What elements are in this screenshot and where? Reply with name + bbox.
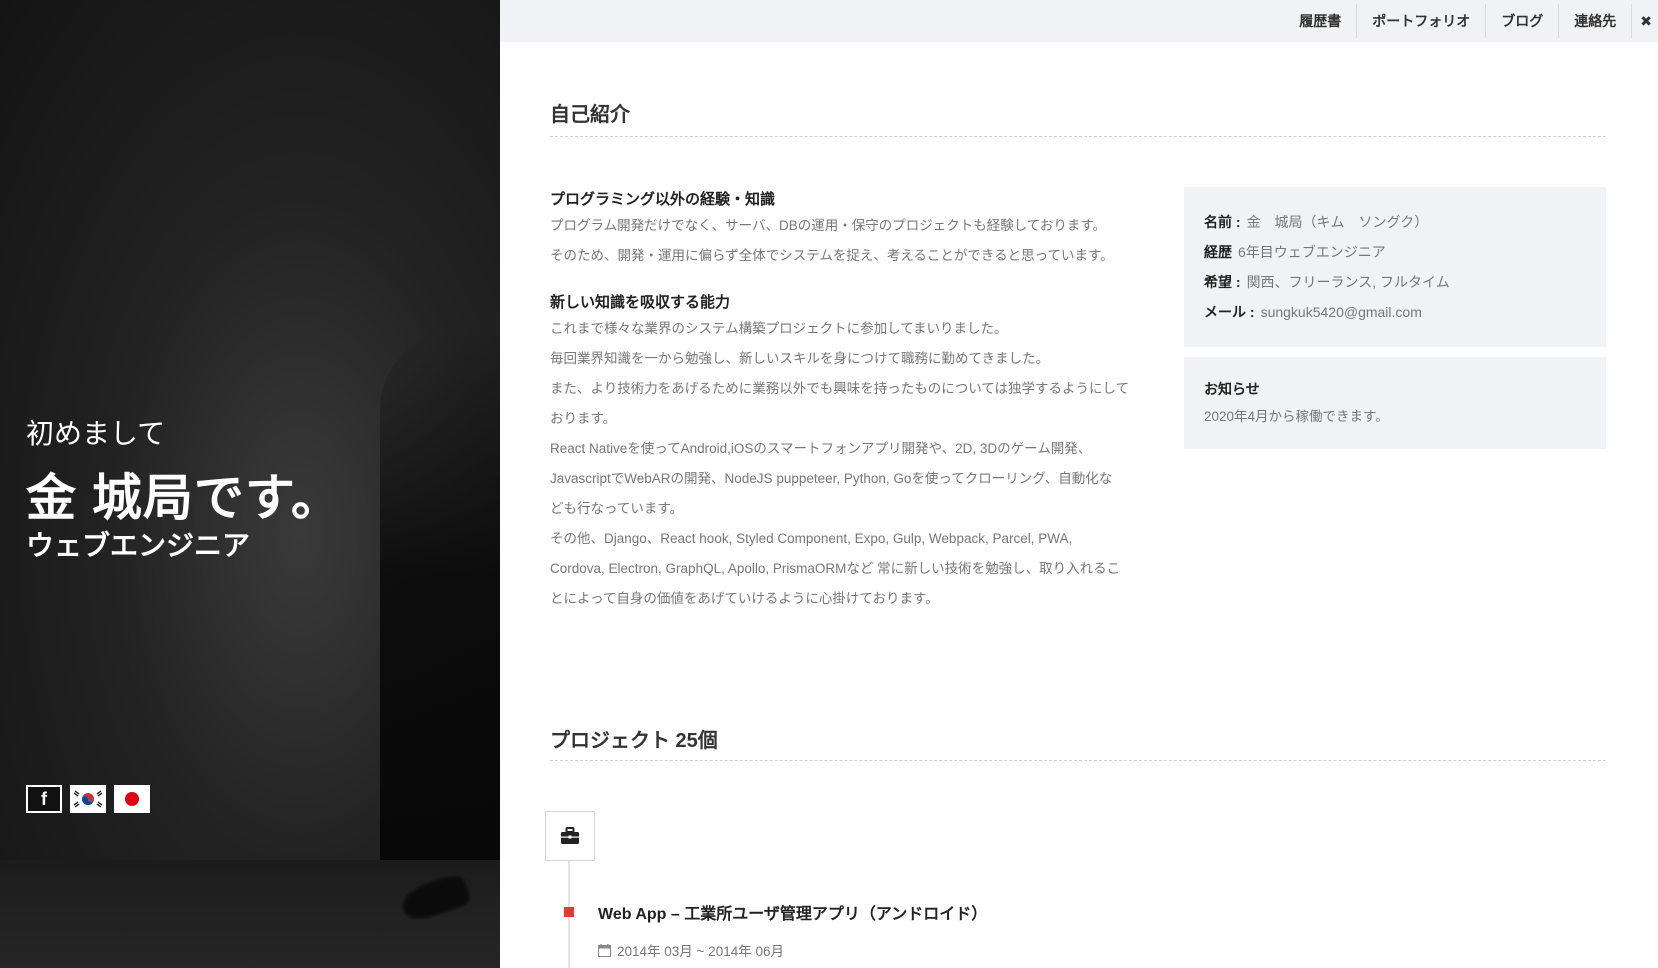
- hero-panel: 初めまして 金 城局です。 ウェブエンジニア f: [0, 0, 500, 968]
- about-line: React Nativeを使ってAndroid,iOSのスマートフォンアプリ開発…: [550, 441, 1092, 456]
- briefcase-icon: [561, 827, 579, 844]
- profile-name-value: 金 城局（キム ソングク）: [1246, 214, 1429, 230]
- profile-card: 名前 : 金 城局（キム ソングク） 経歴 6年目ウェブエンジニア 希望 : 関西、フ…: [1184, 187, 1606, 347]
- about-block-heading: プログラミング以外の経験・知識: [550, 191, 776, 208]
- about-line: プログラム開発だけでなく、サーバ、DBの運用・保守のプロジェクトも経験しておりま…: [550, 218, 1107, 233]
- facebook-link[interactable]: f: [26, 785, 62, 813]
- about-block-heading: 新しい知識を吸収する能力: [550, 294, 731, 311]
- about-line: ども行なっています。: [550, 501, 683, 516]
- profile-mail-value[interactable]: sungkuk5420@gmail.com: [1261, 304, 1422, 320]
- top-navigation-bar: 履歴書 ポートフォリオ ブログ 連絡先 ✖: [500, 0, 1658, 42]
- about-line: Cordova, Electron, GraphQL, Apollo, Pris…: [550, 561, 1121, 576]
- about-divider: [550, 136, 1606, 137]
- about-line: 毎回業界知識を一から勉強し、新しいスキルを身につけて職務に勤めてきました。: [550, 351, 1050, 366]
- about-line: おります。: [550, 411, 617, 426]
- profile-mail-label: メール :: [1204, 304, 1255, 320]
- project-date-text: 2014年 03月 ~ 2014年 06月: [617, 944, 784, 959]
- notice-text: 2020年4月から稼働できます。: [1204, 409, 1389, 424]
- about-line: とによって自身の価値をあげていけるように心掛けております。: [550, 591, 939, 606]
- profile-wish-value: 関西、フリーランス, フルタイム: [1246, 274, 1450, 290]
- japanese-language-link[interactable]: [114, 785, 150, 813]
- about-line: これまで様々な業界のシステム構築プロジェクトに参加してまいりました。: [550, 321, 1008, 336]
- projects-title: プロジェクト 25個: [550, 730, 718, 752]
- about-line: また、より技術力をあげるために業務以外でも興味を持ったものについては独学するよう…: [550, 381, 1130, 396]
- profile-name-label: 名前 :: [1204, 214, 1241, 230]
- japan-flag-icon: [116, 787, 148, 811]
- profile-wish-row: 希望 : 関西、フリーランス, フルタイム: [1204, 267, 1586, 297]
- korean-language-link[interactable]: [70, 785, 106, 813]
- close-icon[interactable]: ✖: [1632, 4, 1658, 38]
- nav-item-portfolio[interactable]: ポートフォリオ: [1357, 4, 1487, 38]
- profile-career-label: 経歴: [1204, 244, 1232, 260]
- profile-mail-row: メール : sungkuk5420@gmail.com: [1204, 297, 1586, 327]
- facebook-icon: f: [41, 788, 47, 809]
- korea-flag-icon: [72, 787, 104, 811]
- project-date: 2014年 03月 ~ 2014年 06月: [598, 940, 784, 960]
- nav-item-blog[interactable]: ブログ: [1486, 4, 1560, 38]
- notice-title: お知らせ: [1204, 381, 1260, 397]
- hero-background-figure: [380, 330, 500, 950]
- hero-greeting: 初めまして: [26, 418, 166, 449]
- about-line: その他、Django、React hook, Styled Component,…: [550, 531, 1073, 546]
- about-title: 自己紹介: [550, 104, 630, 126]
- about-block: 新しい知識を吸収する能力 これまで様々な業界のシステム構築プロジェクトに参加して…: [550, 291, 1160, 614]
- calendar-icon: [598, 943, 611, 957]
- profile-career-value: 6年目ウェブエンジニア: [1238, 244, 1386, 260]
- notice-card: お知らせ 2020年4月から稼働できます。: [1184, 357, 1606, 449]
- hero-name: 金 城局です。: [26, 470, 342, 526]
- hero-role: ウェブエンジニア: [26, 530, 251, 561]
- projects-divider: [550, 760, 1606, 761]
- profile-name-row: 名前 : 金 城局（キム ソングク）: [1204, 207, 1586, 237]
- about-line: そのため、開発・運用に偏らず全体でシステムを捉え、考えることができると思っていま…: [550, 248, 1114, 263]
- main-nav: 履歴書 ポートフォリオ ブログ 連絡先 ✖: [1284, 0, 1658, 42]
- nav-item-contact[interactable]: 連絡先: [1559, 4, 1633, 38]
- about-content: プログラミング以外の経験・知識 プログラム開発だけでなく、サーバ、DBの運用・保…: [550, 188, 1160, 634]
- timeline-dot: [564, 907, 574, 917]
- project-title: Web App – 工業所ユーザ管理アプリ（アンドロイド）: [598, 906, 988, 923]
- profile-career-row: 経歴 6年目ウェブエンジニア: [1204, 237, 1586, 267]
- social-links: f: [26, 785, 150, 813]
- nav-item-resume[interactable]: 履歴書: [1284, 4, 1358, 38]
- profile-wish-label: 希望 :: [1204, 274, 1241, 290]
- about-block: プログラミング以外の経験・知識 プログラム開発だけでなく、サーバ、DBの運用・保…: [550, 188, 1160, 271]
- timeline-briefcase: [545, 811, 595, 861]
- about-line: JavascriptでWebARの開発、NodeJS puppeteer, Py…: [550, 471, 1113, 486]
